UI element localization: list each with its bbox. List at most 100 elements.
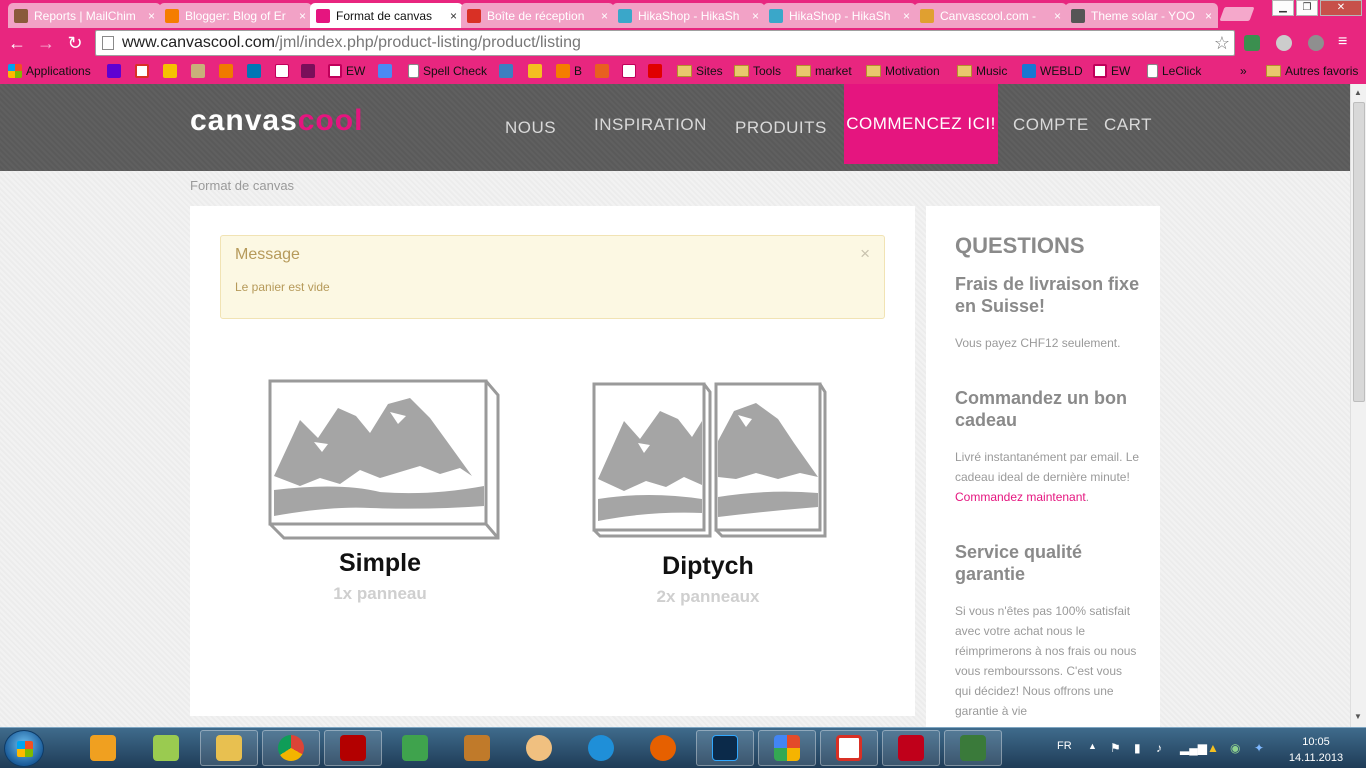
bookmark-folder-sites[interactable]: Sites (677, 63, 723, 79)
bookmark-linkedin[interactable] (247, 63, 265, 79)
flag-icon[interactable]: ⚑ (1110, 741, 1121, 755)
taskbar-app[interactable] (882, 730, 940, 766)
taskbar-app[interactable] (696, 730, 754, 766)
bookmark-youtube[interactable] (648, 63, 666, 79)
close-icon[interactable]: × (860, 244, 870, 264)
start-button[interactable] (4, 730, 44, 767)
browser-tab[interactable]: Reports | MailChim × (8, 3, 161, 28)
order-now-link[interactable]: Commandez maintenant (955, 490, 1086, 504)
bookmark-translate[interactable] (378, 63, 396, 79)
browser-tab[interactable]: HikaShop - HikaSh × (612, 3, 765, 28)
scroll-down-icon[interactable]: ▼ (1354, 712, 1362, 721)
nav-item-cart[interactable]: CART (1104, 115, 1152, 135)
taskbar-app[interactable] (510, 730, 568, 766)
taskbar-app-chrome[interactable] (262, 730, 320, 766)
extension-icon[interactable] (1244, 35, 1260, 51)
scroll-up-icon[interactable]: ▲ (1354, 88, 1362, 97)
product-name: Simple (339, 549, 421, 577)
close-icon[interactable]: × (450, 9, 457, 23)
minimize-button[interactable]: ▁ (1272, 0, 1294, 16)
bookmark-yahoo[interactable] (107, 63, 125, 79)
browser-tab[interactable]: Canvascool.com - × (914, 3, 1067, 28)
bookmark-gmail[interactable] (135, 63, 153, 79)
bookmark-folder-motivation[interactable]: Motivation (866, 63, 940, 79)
system-clock[interactable]: 10:05 14.11.2013 (1280, 734, 1352, 766)
forward-button[interactable]: → (35, 32, 57, 54)
nav-item-inspiration[interactable]: INSPIRATION (594, 115, 707, 135)
nav-item-nous[interactable]: NOUS (505, 118, 556, 138)
bookmark-star-icon[interactable]: ☆ (1214, 33, 1230, 54)
bookmark-c[interactable] (301, 63, 319, 79)
language-indicator[interactable]: FR (1057, 740, 1072, 752)
taskbar-app[interactable] (324, 730, 382, 766)
bookmark-hi[interactable] (622, 63, 640, 79)
drive-icon[interactable]: ▲ (1207, 741, 1219, 755)
maximize-button[interactable]: ❐ (1296, 0, 1318, 16)
page-scrollbar[interactable]: ▲ ▼ (1350, 84, 1366, 727)
bookmark-sun[interactable] (528, 63, 546, 79)
close-icon[interactable]: × (752, 9, 759, 23)
bookmark-spell-check[interactable]: Spell Check (408, 63, 487, 79)
taskbar-app[interactable] (758, 730, 816, 766)
bookmark-blogger[interactable]: B (556, 63, 582, 79)
taskbar-app[interactable] (74, 730, 132, 766)
bookmark-ew[interactable]: EW (328, 63, 365, 79)
taskbar-app[interactable] (200, 730, 258, 766)
browser-tab[interactable]: HikaShop - HikaSh × (763, 3, 916, 28)
scroll-thumb[interactable] (1353, 102, 1365, 402)
bookmark-folder-music[interactable]: Music (957, 63, 1007, 79)
nav-item-compte[interactable]: COMPTE (1013, 115, 1089, 135)
bookmark-keep[interactable] (163, 63, 181, 79)
bookmark-ew[interactable]: EW (1093, 63, 1130, 79)
nav-item-commencez-ici[interactable]: COMMENCEZ ICI! (844, 84, 998, 164)
battery-icon[interactable]: ▮ (1134, 741, 1141, 755)
taskbar-app[interactable] (820, 730, 878, 766)
product-simple[interactable]: Simple 1x panneau (260, 378, 500, 604)
taskbar-app[interactable] (448, 730, 506, 766)
dropbox-icon[interactable]: ✦ (1254, 741, 1264, 755)
browser-tab[interactable]: Blogger: Blog of Er × (159, 3, 312, 28)
bookmark-other-favorites[interactable]: Autres favoris (1266, 63, 1358, 79)
taskbar-app[interactable] (944, 730, 1002, 766)
close-icon[interactable]: × (1205, 9, 1212, 23)
bookmark-orange[interactable] (219, 63, 237, 79)
new-tab-button[interactable] (1219, 7, 1255, 21)
breadcrumb[interactable]: Format de canvas (190, 178, 294, 193)
bookmark-check[interactable] (499, 63, 517, 79)
bookmark-folder-market[interactable]: market (796, 63, 852, 79)
taskbar-app[interactable] (634, 730, 692, 766)
taskbar-app[interactable] (137, 730, 195, 766)
taskbar-app[interactable] (386, 730, 444, 766)
volume-icon[interactable]: ♪ (1156, 741, 1162, 755)
bookmark-hi[interactable] (275, 63, 293, 79)
bookmark-leclick[interactable]: LeClick (1147, 63, 1201, 79)
bookmark-applications[interactable]: Applications (8, 63, 91, 79)
browser-tab[interactable]: Theme solar - YOO × (1065, 3, 1218, 28)
close-icon[interactable]: × (148, 9, 155, 23)
browser-tab[interactable]: Boîte de réception × (461, 3, 614, 28)
close-window-button[interactable]: ✕ (1320, 0, 1362, 16)
wifi-icon[interactable]: ◉ (1230, 741, 1240, 755)
bookmark-folder-tools[interactable]: Tools (734, 63, 781, 79)
bookmarks-overflow-button[interactable]: » (1240, 63, 1247, 79)
taskbar-app[interactable] (572, 730, 630, 766)
browser-tab-active[interactable]: Format de canvas × (310, 3, 463, 28)
pocket-icon[interactable] (1276, 35, 1292, 51)
close-icon[interactable]: × (1054, 9, 1061, 23)
back-button[interactable]: ← (6, 32, 28, 54)
address-bar[interactable]: www.canvascool.com/jml/index.php/product… (95, 30, 1235, 56)
tray-expand-icon[interactable]: ▲ (1088, 741, 1097, 751)
reload-button[interactable]: ↻ (64, 32, 86, 54)
product-diptych[interactable]: Diptych 2x panneaux (588, 381, 828, 607)
bookmark-chart[interactable] (595, 63, 613, 79)
bookmark-webld[interactable]: WEBLD (1022, 63, 1083, 79)
close-icon[interactable]: × (299, 9, 306, 23)
bookmark-figure[interactable] (191, 63, 209, 79)
close-icon[interactable]: × (903, 9, 910, 23)
gear-icon[interactable] (1308, 35, 1324, 51)
close-icon[interactable]: × (601, 9, 608, 23)
menu-icon[interactable]: ≡ (1338, 34, 1354, 51)
nav-item-produits[interactable]: PRODUITS (735, 118, 827, 138)
site-logo[interactable]: canvascool (190, 104, 363, 138)
network-icon[interactable]: ▂▄▆ (1180, 741, 1207, 755)
